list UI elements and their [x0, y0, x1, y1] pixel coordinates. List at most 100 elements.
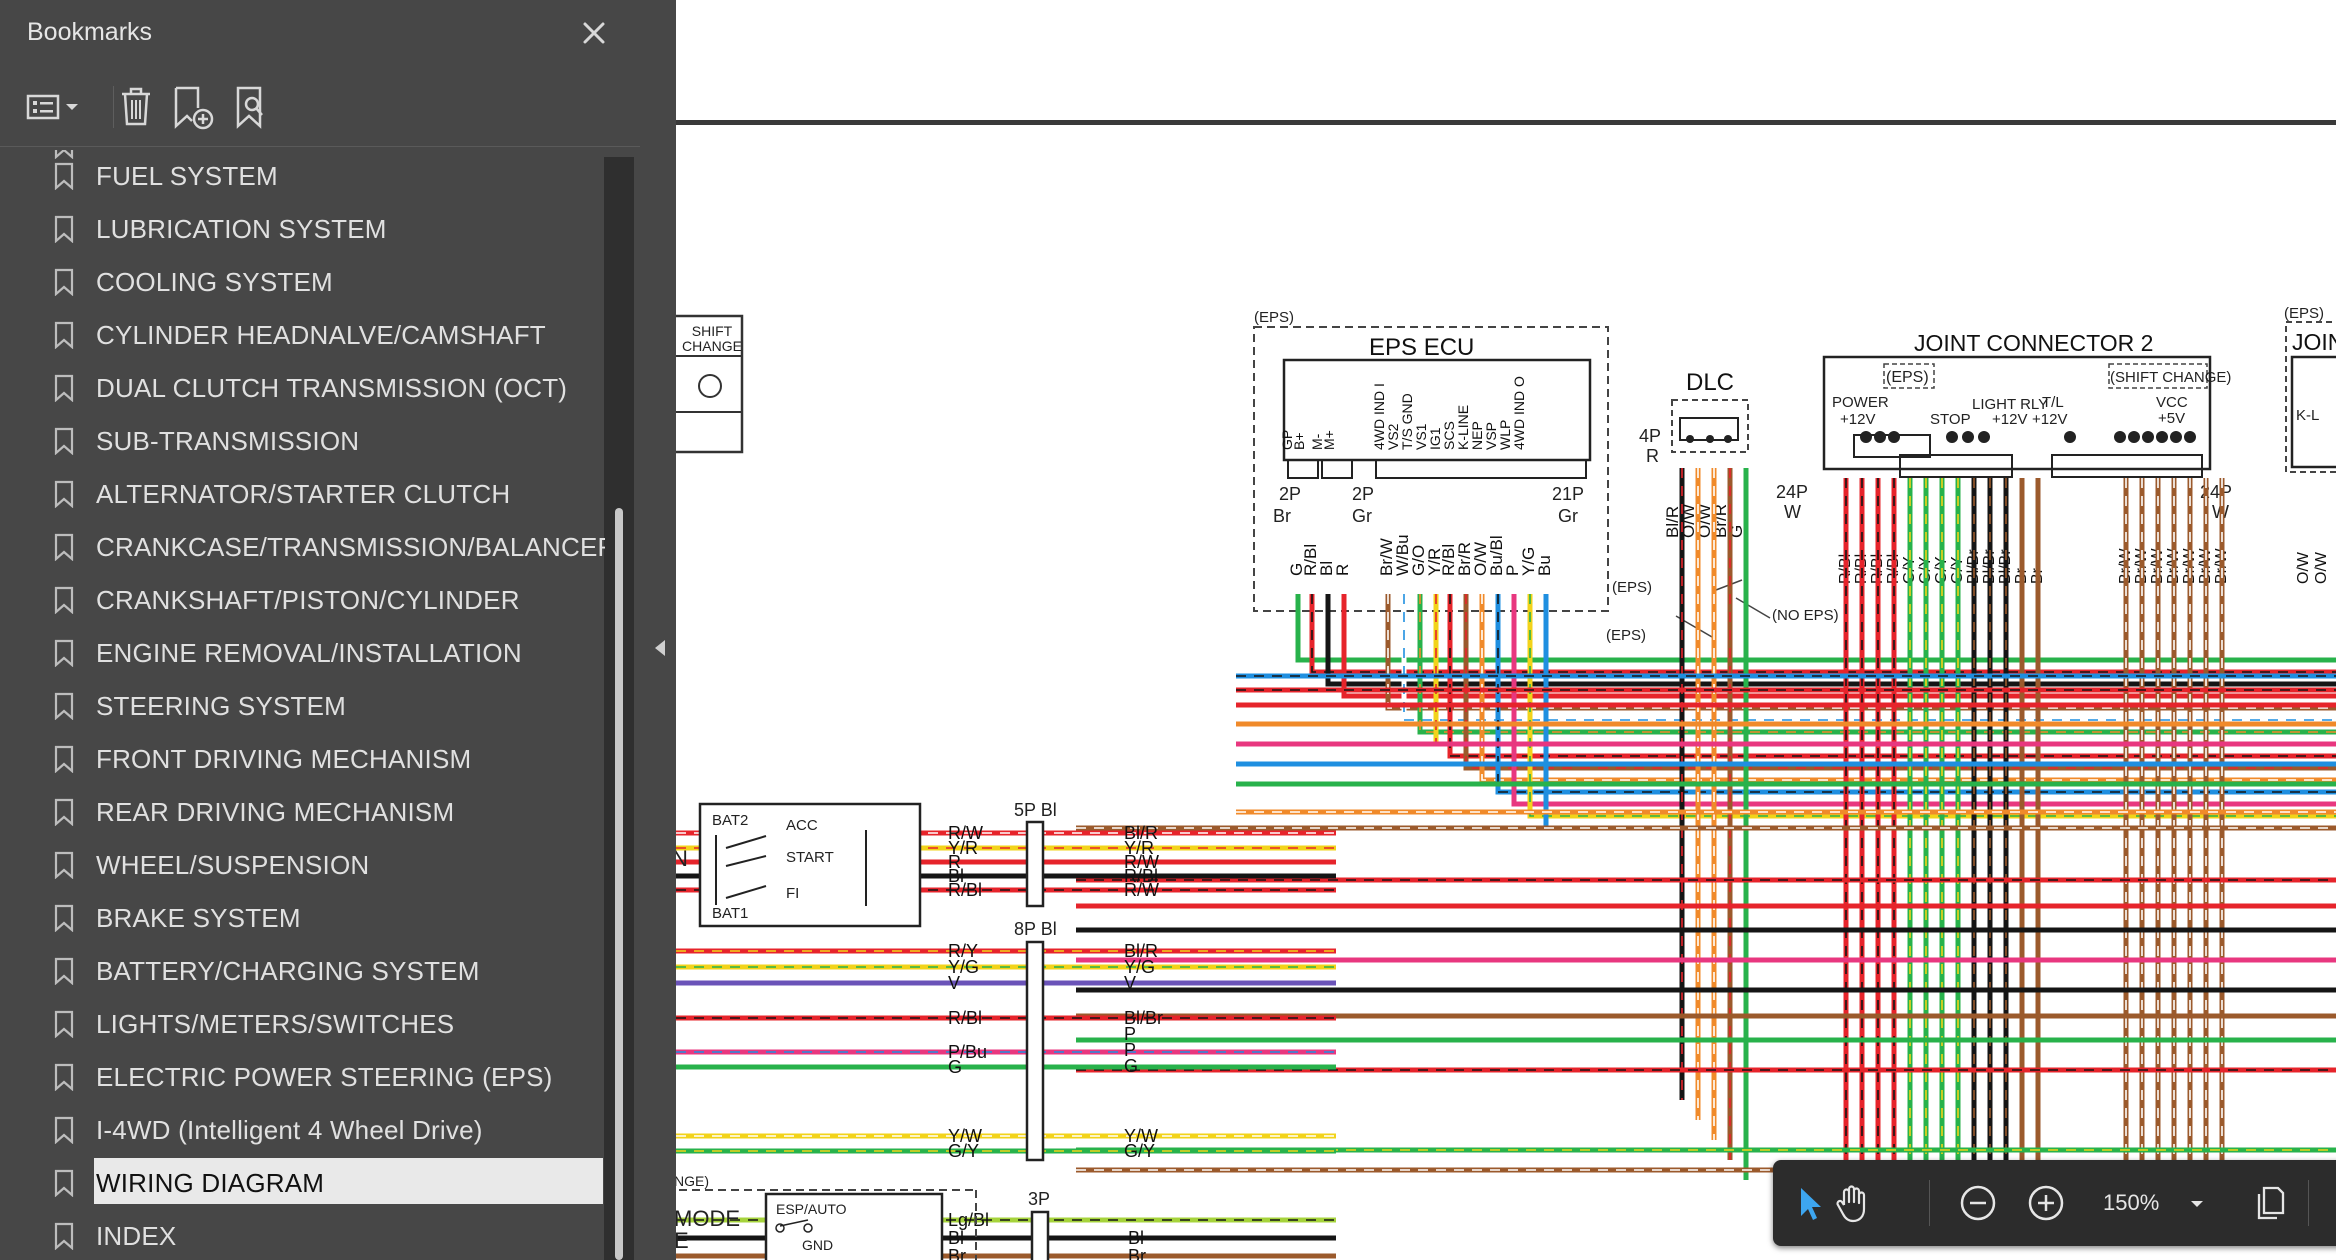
ecu-pin-label: M+ [1321, 430, 1337, 450]
svg-text:(SHIFT CHANGE): (SHIFT CHANGE) [2110, 369, 2231, 386]
bookmark-label: LIGHTS/METERS/SWITCHES [96, 1009, 455, 1039]
bookmark-icon [54, 162, 74, 190]
joint-connector-partial: (EPS) JOIN K-L [2284, 305, 2336, 473]
svg-text:Gr: Gr [1558, 506, 1578, 526]
svg-text:NGE): NGE) [676, 1173, 709, 1189]
bookmark-item[interactable]: DUAL CLUTCH TRANSMISSION (OCT) [0, 363, 605, 413]
wire-label: O/W [2313, 551, 2330, 584]
bookmark-label: BATTERY/CHARGING SYSTEM [96, 956, 480, 986]
shift-change-switch: SHIFT CHANGE [676, 314, 744, 454]
bookmark-label: WHEEL/SUSPENSION [96, 850, 370, 880]
page-display-icon[interactable] [2245, 1178, 2295, 1228]
bookmark-item[interactable]: ENGINE REMOVAL/INSTALLATION [0, 628, 605, 678]
bookmark-label: BRAKE SYSTEM [96, 903, 301, 933]
bookmark-label: STEERING SYSTEM [96, 691, 347, 721]
collapse-panel-icon[interactable] [650, 636, 670, 660]
svg-text:DLC: DLC [1686, 369, 1734, 396]
bookmark-item[interactable]: CRANKSHAFT/PISTON/CYLINDER [0, 575, 605, 625]
mode-switch: NGE) MODE E ESP/AUTO GND [676, 1173, 977, 1260]
wire-label: O/W [2295, 551, 2312, 584]
bookmark-label: I-4WD (Intelligent 4 Wheel Drive) [96, 1115, 483, 1145]
bookmark-item[interactable]: FUEL SYSTEM [0, 151, 605, 201]
wire-label: Br [948, 1246, 966, 1260]
bookmark-item[interactable]: BATTERY/CHARGING SYSTEM [0, 946, 605, 996]
svg-text:(EPS): (EPS) [2284, 305, 2324, 322]
svg-text:ESP/AUTO: ESP/AUTO [776, 1201, 847, 1217]
svg-text:(EPS): (EPS) [1254, 309, 1294, 326]
eps-tag: (EPS) [1606, 627, 1646, 644]
bookmarks-scroll-thumb[interactable] [615, 508, 623, 1260]
svg-text:Gr: Gr [1352, 506, 1372, 526]
ecu-pin-label: 4WD IND O [1511, 376, 1527, 450]
partial-connector-wire-labels: O/W O/W [2295, 551, 2330, 584]
zoom-in-icon[interactable] [2021, 1178, 2071, 1228]
bookmark-label: FRONT DRIVING MECHANISM [96, 744, 472, 774]
bookmark-item[interactable]: INDEX [0, 1211, 605, 1260]
bookmark-label: CYLINDER HEADNALVE/CAMSHAFT [96, 320, 546, 350]
bookmark-icon [54, 639, 74, 667]
svg-text:W: W [1784, 502, 1801, 522]
bookmark-icon [54, 427, 74, 455]
bookmark-item[interactable]: ALTERNATOR/STARTER CLUTCH [0, 469, 605, 519]
joint-connector-pins [1860, 431, 2196, 443]
wire-label: Br [1128, 1246, 1146, 1260]
svg-text:K-L: K-L [2296, 407, 2319, 424]
fit-width-icon[interactable] [2331, 1178, 2336, 1228]
wire-label: Bu [1535, 555, 1554, 576]
bookmark-item[interactable]: COOLING SYSTEM [0, 257, 605, 307]
svg-text:E: E [676, 1228, 689, 1253]
svg-text:POWER: POWER [1832, 394, 1889, 411]
svg-text:4P: 4P [1639, 426, 1661, 446]
wire-label: R [1333, 564, 1352, 576]
delete-bookmark-icon[interactable] [116, 82, 156, 132]
document-view[interactable]: SHIFT CHANGE (EPS) EPS ECU 2P Br 2P Gr 2… [676, 0, 2336, 1260]
svg-text:T/L: T/L [2042, 394, 2064, 411]
add-bookmark-icon[interactable] [170, 82, 216, 132]
svg-text:2P: 2P [1279, 484, 1301, 504]
bookmark-item[interactable]: WHEEL/SUSPENSION [0, 840, 605, 890]
bookmark-icon [54, 692, 74, 720]
svg-text:EPS ECU: EPS ECU [1369, 334, 1474, 361]
bookmark-item[interactable]: CRANKCASE/TRANSMISSION/BALANCER [0, 522, 605, 572]
svg-text:3P: 3P [1028, 1189, 1050, 1209]
bookmark-item[interactable]: STEERING SYSTEM [0, 681, 605, 731]
find-bookmark-icon[interactable] [230, 82, 276, 132]
svg-text:STOP: STOP [1930, 411, 1971, 428]
connector-8p: 8P Bl [1014, 919, 1057, 1162]
svg-text:START: START [786, 849, 834, 866]
bookmark-label: INDEX [96, 1221, 177, 1251]
bookmark-item[interactable]: SUB-TRANSMISSION [0, 416, 605, 466]
bookmark-item[interactable]: BRAKE SYSTEM [0, 893, 605, 943]
svg-text:FI: FI [786, 885, 799, 902]
svg-text:ACC: ACC [786, 817, 818, 834]
bookmark-icon [54, 745, 74, 773]
bookmark-item[interactable]: FRONT DRIVING MECHANISM [0, 734, 605, 784]
bookmark-item[interactable]: ELECTRIC POWER STEERING (EPS) [0, 1052, 605, 1102]
svg-text:VCC: VCC [2156, 394, 2188, 411]
hand-tool-icon[interactable] [1827, 1178, 1877, 1228]
svg-text:Br: Br [1273, 506, 1291, 526]
bookmark-icon [54, 1169, 74, 1197]
svg-text:24P: 24P [1776, 482, 1808, 502]
bookmark-item[interactable]: LIGHTS/METERS/SWITCHES [0, 999, 605, 1049]
wire-label: V [1124, 973, 1136, 993]
bookmark-options-icon[interactable] [24, 82, 86, 132]
bookmark-label: ELECTRIC POWER STEERING (EPS) [96, 1062, 553, 1092]
zoom-out-icon[interactable] [1953, 1178, 2003, 1228]
zoom-level[interactable]: 150% [2103, 1190, 2159, 1216]
svg-text:5P Bl: 5P Bl [1014, 800, 1057, 820]
svg-text:N: N [676, 846, 688, 871]
wiring-diagram: SHIFT CHANGE (EPS) EPS ECU 2P Br 2P Gr 2… [676, 120, 2336, 1260]
svg-text:+12V: +12V [1992, 411, 2027, 428]
svg-text:JOINT CONNECTOR 2: JOINT CONNECTOR 2 [1914, 330, 2153, 356]
bookmark-icon [54, 268, 74, 296]
bookmark-item[interactable]: I-4WD (Intelligent 4 Wheel Drive) [0, 1105, 605, 1155]
chevron-down-icon[interactable] [2187, 1194, 2207, 1214]
bookmark-item[interactable]: LUBRICATION SYSTEM [0, 204, 605, 254]
bookmark-item[interactable]: CYLINDER HEADNALVE/CAMSHAFT [0, 310, 605, 360]
svg-text:+5V: +5V [2158, 410, 2185, 427]
ecu-pin-label: B+ [1291, 432, 1307, 450]
close-icon[interactable] [575, 14, 613, 52]
bookmark-item[interactable]: WIRING DIAGRAM [0, 1158, 605, 1208]
bookmark-item[interactable]: REAR DRIVING MECHANISM [0, 787, 605, 837]
